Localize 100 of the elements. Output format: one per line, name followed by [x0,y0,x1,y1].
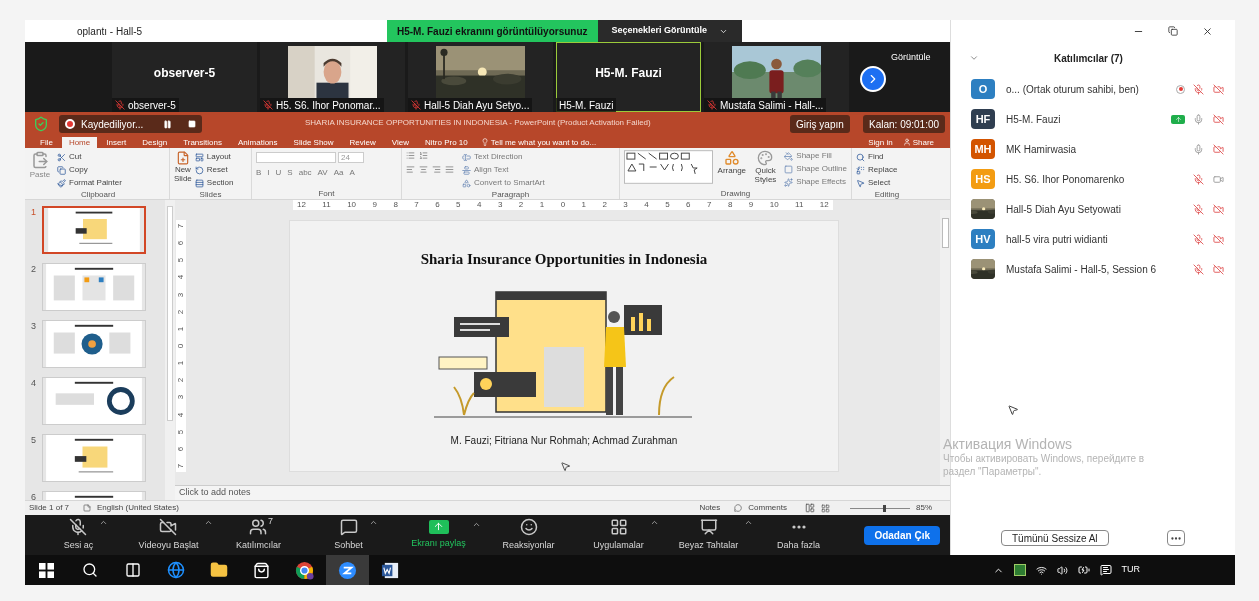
paragraph-button[interactable]: Convert to SmartArt [462,177,545,189]
ribbon-tab[interactable]: Nitro Pro 10 [418,137,475,148]
leave-button[interactable]: Odadan Çık [864,525,940,545]
editing-button[interactable]: Select [856,177,918,189]
video-tile[interactable]: Hall-5 Diah Ayu Setyo... [408,42,553,112]
format-button[interactable]: Aa [333,167,344,179]
participant-row[interactable]: MH MK Hamirwasia [951,134,1235,164]
ribbon-tab[interactable]: Review [342,137,383,148]
format-button[interactable]: abc [298,167,312,179]
clipboard-button[interactable]: Cut [57,151,122,163]
camera-off-icon [158,517,179,536]
more-options-button[interactable] [1166,530,1185,546]
format-button[interactable]: B [256,167,262,179]
close-icon[interactable] [1202,25,1213,37]
paragraph-button[interactable]: Text Direction [462,151,545,163]
tell-me-field[interactable]: Tell me what you want to do... [490,137,597,148]
restore-icon[interactable] [1168,26,1178,36]
format-button[interactable]: S [287,167,293,179]
video-tile[interactable]: Mustafa Salimi - Hall-... [704,42,849,112]
slide-option-button[interactable]: Layout [194,151,234,163]
pointer-icon [1007,404,1019,416]
participant-row[interactable]: O o... (Ortak oturum sahibi, ben) [951,74,1235,104]
clipboard-button[interactable]: Copy [57,164,122,176]
participant-name: H5-M. Fauzi [1006,112,1061,127]
share-link[interactable]: Share [912,137,934,148]
tray-app-icon[interactable] [1013,564,1026,576]
shape-style-button[interactable]: Shape Fill [784,150,847,162]
slide-thumbnail[interactable] [42,377,146,425]
slide-authors: M. Fauzi; Fitriana Nur Rohmah; Achmad Zurahman [450,433,678,448]
shape-style-button[interactable]: Shape Outline [784,163,847,175]
sign-in-link[interactable]: Sign in [868,137,893,148]
toolbar-button[interactable]: Reaksiyonlar [502,517,555,553]
avatar: HV [971,229,995,249]
video-tile[interactable]: observer-5 observer-5 [112,42,257,112]
horizontal-ruler: 12 11 10 9 8 7 6 5 4 3 2 1 0 1 2 3 4 5 6 7 8 9 10 11 12 [293,200,833,210]
toolbar-button[interactable]: Sesi aç [63,517,94,553]
notes-button[interactable]: Notes [699,502,721,514]
participant-row[interactable]: HV hall-5 vira putri widianti [951,224,1235,254]
shape-style-icon [784,177,794,187]
format-button[interactable]: I [267,167,270,179]
shape-style-button[interactable]: Shape Effects [784,176,847,188]
ribbon-group-label: Font [317,188,336,199]
font-name-field[interactable] [256,152,336,163]
ribbon-tab[interactable]: File [33,137,60,148]
toolbar-button[interactable]: Beyaz Tahtalar [678,517,739,553]
volume-icon[interactable] [1056,564,1068,576]
participant-row[interactable]: Hall-5 Diah Ayu Setyowati [951,194,1235,224]
slide-option-button[interactable]: Reset [194,164,234,176]
stop-icon[interactable] [188,120,197,128]
paragraph-button[interactable]: Align Text [462,164,545,176]
participant-row[interactable]: Mustafa Salimi - Hall-5, Session 6 [951,254,1235,284]
sign-in-button[interactable]: Giriş yapın [790,115,850,133]
notification-icon[interactable] [1099,564,1112,576]
toolbar-button[interactable]: Videoyu Başlat [138,517,199,553]
slide-thumbnail[interactable] [42,206,146,254]
ribbon-tab[interactable]: Home [61,137,98,148]
ribbon-tab[interactable]: Transitions [176,137,229,148]
justify-icon [445,165,454,174]
mute-all-button[interactable]: Tümünü Sessize Al [1001,530,1109,546]
drawing-tool-button[interactable]: Quick Styles [750,150,781,188]
ribbon-tab[interactable]: Insert [99,137,134,148]
notes-field[interactable]: Click to add notes [179,486,251,500]
video-tile[interactable]: H5. S6. Ihor Ponomar... [260,42,405,112]
drawing-tool-button[interactable]: Arrange [717,150,747,188]
editing-button[interactable]: Find [856,151,918,163]
align-right-icon [432,165,441,174]
time-remaining: Kalan: 09:01:00 [863,115,946,133]
slide-thumbnail[interactable] [42,434,146,482]
ribbon-tab[interactable]: Slide Show [286,137,341,148]
wifi-icon[interactable] [1035,564,1047,576]
slide-thumbnail[interactable] [42,320,146,368]
pause-icon[interactable] [163,119,173,129]
slide-option-button[interactable]: Section [194,177,234,189]
participant-row[interactable]: HF H5-M. Fauzi [951,104,1235,134]
ribbon-tab[interactable]: Animations [231,137,285,148]
toolbar-button[interactable]: 7 Katılımcılar [236,517,281,553]
toolbar-button[interactable]: Daha fazla [777,517,820,553]
format-button[interactable]: AV [317,167,328,179]
clipboard-button[interactable]: Format Painter [57,177,122,189]
editing-button[interactable]: Replace [856,164,918,176]
comments-button[interactable]: Comments [748,502,787,514]
format-button[interactable]: U [275,167,282,179]
battery-icon[interactable] [1077,564,1090,576]
slide-number: 4 [31,377,37,390]
toolbar-button[interactable]: Ekranı paylaş [411,519,466,551]
taskbar-button[interactable] [326,555,369,585]
sharing-banner: H5-M. Fauzi ekranını görüntülüyorsunuz [387,20,598,42]
new-slide-button[interactable]: New Slide [174,151,192,189]
next-page-button[interactable] [860,66,886,92]
store-icon [253,561,270,579]
ribbon-tab[interactable]: Design [135,137,175,148]
view-options-button[interactable]: Seçenekleri Görüntüle [597,20,743,42]
video-tile[interactable]: H5-M. Fauzi H5-M. Fauzi [556,42,701,112]
language-indicator[interactable]: TUR [1121,563,1140,577]
slide-thumbnail[interactable] [42,263,146,311]
participant-row[interactable]: HS H5. S6. Ihor Ponomarenko [951,164,1235,194]
toolbar-button[interactable]: Uygulamalar [593,517,644,553]
format-button[interactable]: A [349,167,355,179]
ribbon-tab[interactable]: View [384,137,417,148]
toolbar-button[interactable]: Sohbet [334,517,363,553]
